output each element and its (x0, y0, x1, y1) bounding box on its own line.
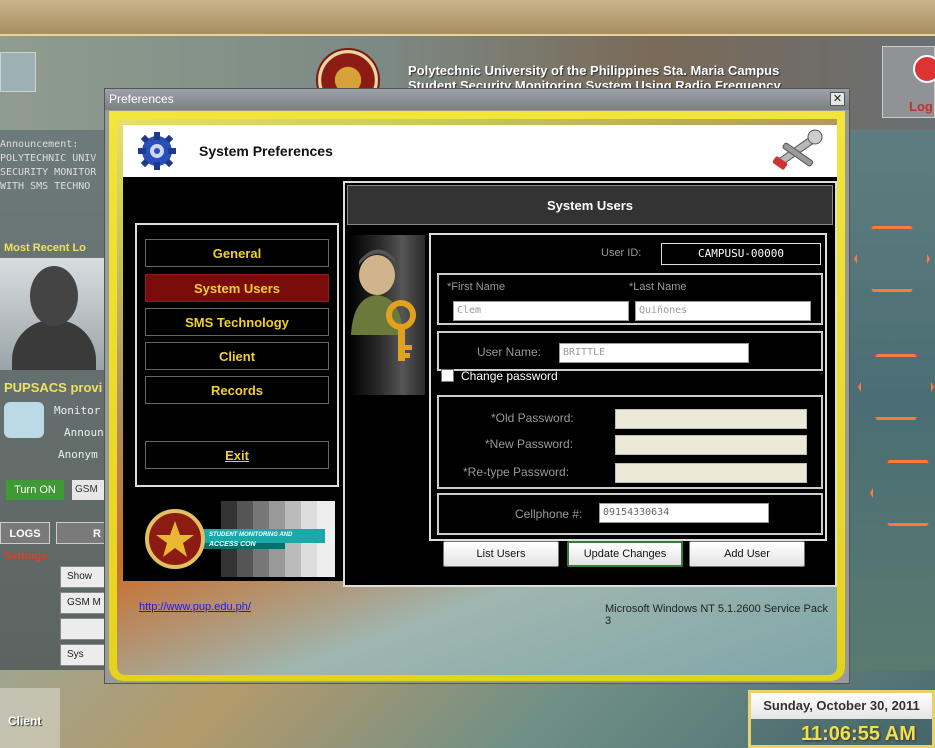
envelope-icon (4, 402, 44, 438)
preferences-dialog: Preferences ✕ System Preferences General… (104, 88, 850, 684)
change-password-label[interactable]: Change password (461, 369, 558, 383)
recent-user-avatar (0, 258, 106, 370)
new-password-input[interactable] (615, 435, 807, 455)
exit-button[interactable]: Exit (145, 441, 329, 469)
nav-sms-technology[interactable]: SMS Technology (145, 308, 329, 336)
turn-on-button[interactable]: Turn ON (6, 480, 64, 500)
nav-records[interactable]: Records (145, 376, 329, 404)
retype-password-label: *Re-type Password: (463, 465, 570, 479)
r-button[interactable]: R (56, 522, 106, 544)
logo-text-line2: ACCESS CON (209, 541, 256, 548)
gear-icon (138, 132, 176, 170)
gsm-field[interactable]: GSM (72, 480, 106, 500)
dialog-titlebar[interactable]: Preferences ✕ (105, 89, 849, 110)
last-name-label: *Last Name (629, 281, 687, 293)
old-password-input[interactable] (615, 409, 807, 429)
add-user-button[interactable]: Add User (689, 541, 805, 567)
provider-row: Announ (64, 426, 104, 439)
university-title: Polytechnic University of the Philippine… (408, 63, 780, 78)
most-recent-label: Most Recent Lo (4, 242, 86, 254)
old-password-label: *Old Password: (491, 411, 574, 425)
password-group: *Old Password: *New Password: *Re-type P… (437, 395, 823, 489)
user-key-icon (349, 235, 425, 395)
provider-row: Anonym (58, 448, 98, 461)
cellphone-label: Cellphone #: (515, 507, 583, 521)
announcement-text: Announcement: POLYTECHNIC UNIV SECURITY MO… (0, 139, 97, 192)
gsm-m-button[interactable]: GSM M (60, 592, 110, 614)
name-group: *First Name *Last Name Clem Quiñones (437, 273, 823, 325)
time-display: 11:06:55 AM (801, 723, 916, 745)
system-logo: STUDENT MONITORING AND ACCESS CON (135, 501, 335, 577)
provider-label: PUPSACS provi (4, 380, 103, 395)
background-top-strip (0, 0, 935, 36)
show-button[interactable]: Show (60, 566, 110, 588)
change-password-checkbox[interactable] (441, 369, 454, 382)
last-name-input[interactable]: Quiñones (635, 301, 811, 321)
system-users-panel: System Users User ID: CAMPUSU-00000 *Fir… (343, 181, 837, 587)
dialog-title: Preferences (109, 92, 174, 106)
client-label: Client (8, 714, 42, 728)
blank-button[interactable] (60, 618, 110, 640)
nav-system-users[interactable]: System Users (145, 274, 329, 302)
logout-label: Log (909, 99, 933, 114)
cellphone-input[interactable]: 09154330634 (599, 503, 769, 523)
user-form: User ID: CAMPUSU-00000 *First Name *Last… (429, 233, 827, 541)
new-password-label: *New Password: (485, 437, 574, 451)
tools-icon (772, 129, 823, 170)
date-display: Sunday, October 30, 2011 (751, 693, 932, 719)
first-name-input[interactable]: Clem (453, 301, 629, 321)
close-icon[interactable]: ✕ (830, 92, 845, 106)
settings-label: Settings (4, 550, 48, 562)
power-icon (913, 55, 935, 83)
username-group: User Name: BRITTLE (437, 331, 823, 371)
list-users-button[interactable]: List Users (443, 541, 559, 567)
client-button[interactable]: Client (0, 688, 60, 748)
retype-password-input[interactable] (615, 463, 807, 483)
nav-menu: General System Users SMS Technology Clie… (135, 223, 339, 487)
sys-button[interactable]: Sys (60, 644, 110, 666)
provider-rows: Monitor Announ Anonym (0, 400, 110, 470)
header-title: System Preferences (199, 143, 333, 159)
nav-general[interactable]: General (145, 239, 329, 267)
os-info: Microsoft Windows NT 5.1.2600 Service Pa… (605, 603, 828, 627)
binoculars-icon[interactable] (0, 52, 36, 92)
user-name-label: User Name: (477, 345, 542, 359)
logo-text-line1: STUDENT MONITORING AND (209, 532, 293, 538)
clock-panel: Sunday, October 30, 2011 11:06:55 AM (748, 690, 935, 748)
nav-client[interactable]: Client (145, 342, 329, 370)
user-id-field: CAMPUSU-00000 (661, 243, 821, 265)
provider-row: Monitor (54, 404, 101, 417)
dialog-content: System Preferences General System Users … (117, 119, 837, 675)
cellphone-group: Cellphone #: 09154330634 (437, 493, 823, 535)
university-link[interactable]: http://www.pup.edu.ph/ (139, 601, 251, 613)
logs-button[interactable]: LOGS (0, 522, 50, 544)
logout-button[interactable]: Log (882, 46, 935, 118)
user-name-input[interactable]: BRITTLE (559, 343, 749, 363)
first-name-label: *First Name (447, 281, 506, 293)
user-id-label: User ID: (601, 247, 642, 259)
dialog-frame: System Preferences General System Users … (109, 111, 845, 681)
panel-title: System Users (347, 185, 833, 225)
header-bar: System Preferences (123, 125, 837, 177)
update-changes-button[interactable]: Update Changes (567, 541, 683, 567)
